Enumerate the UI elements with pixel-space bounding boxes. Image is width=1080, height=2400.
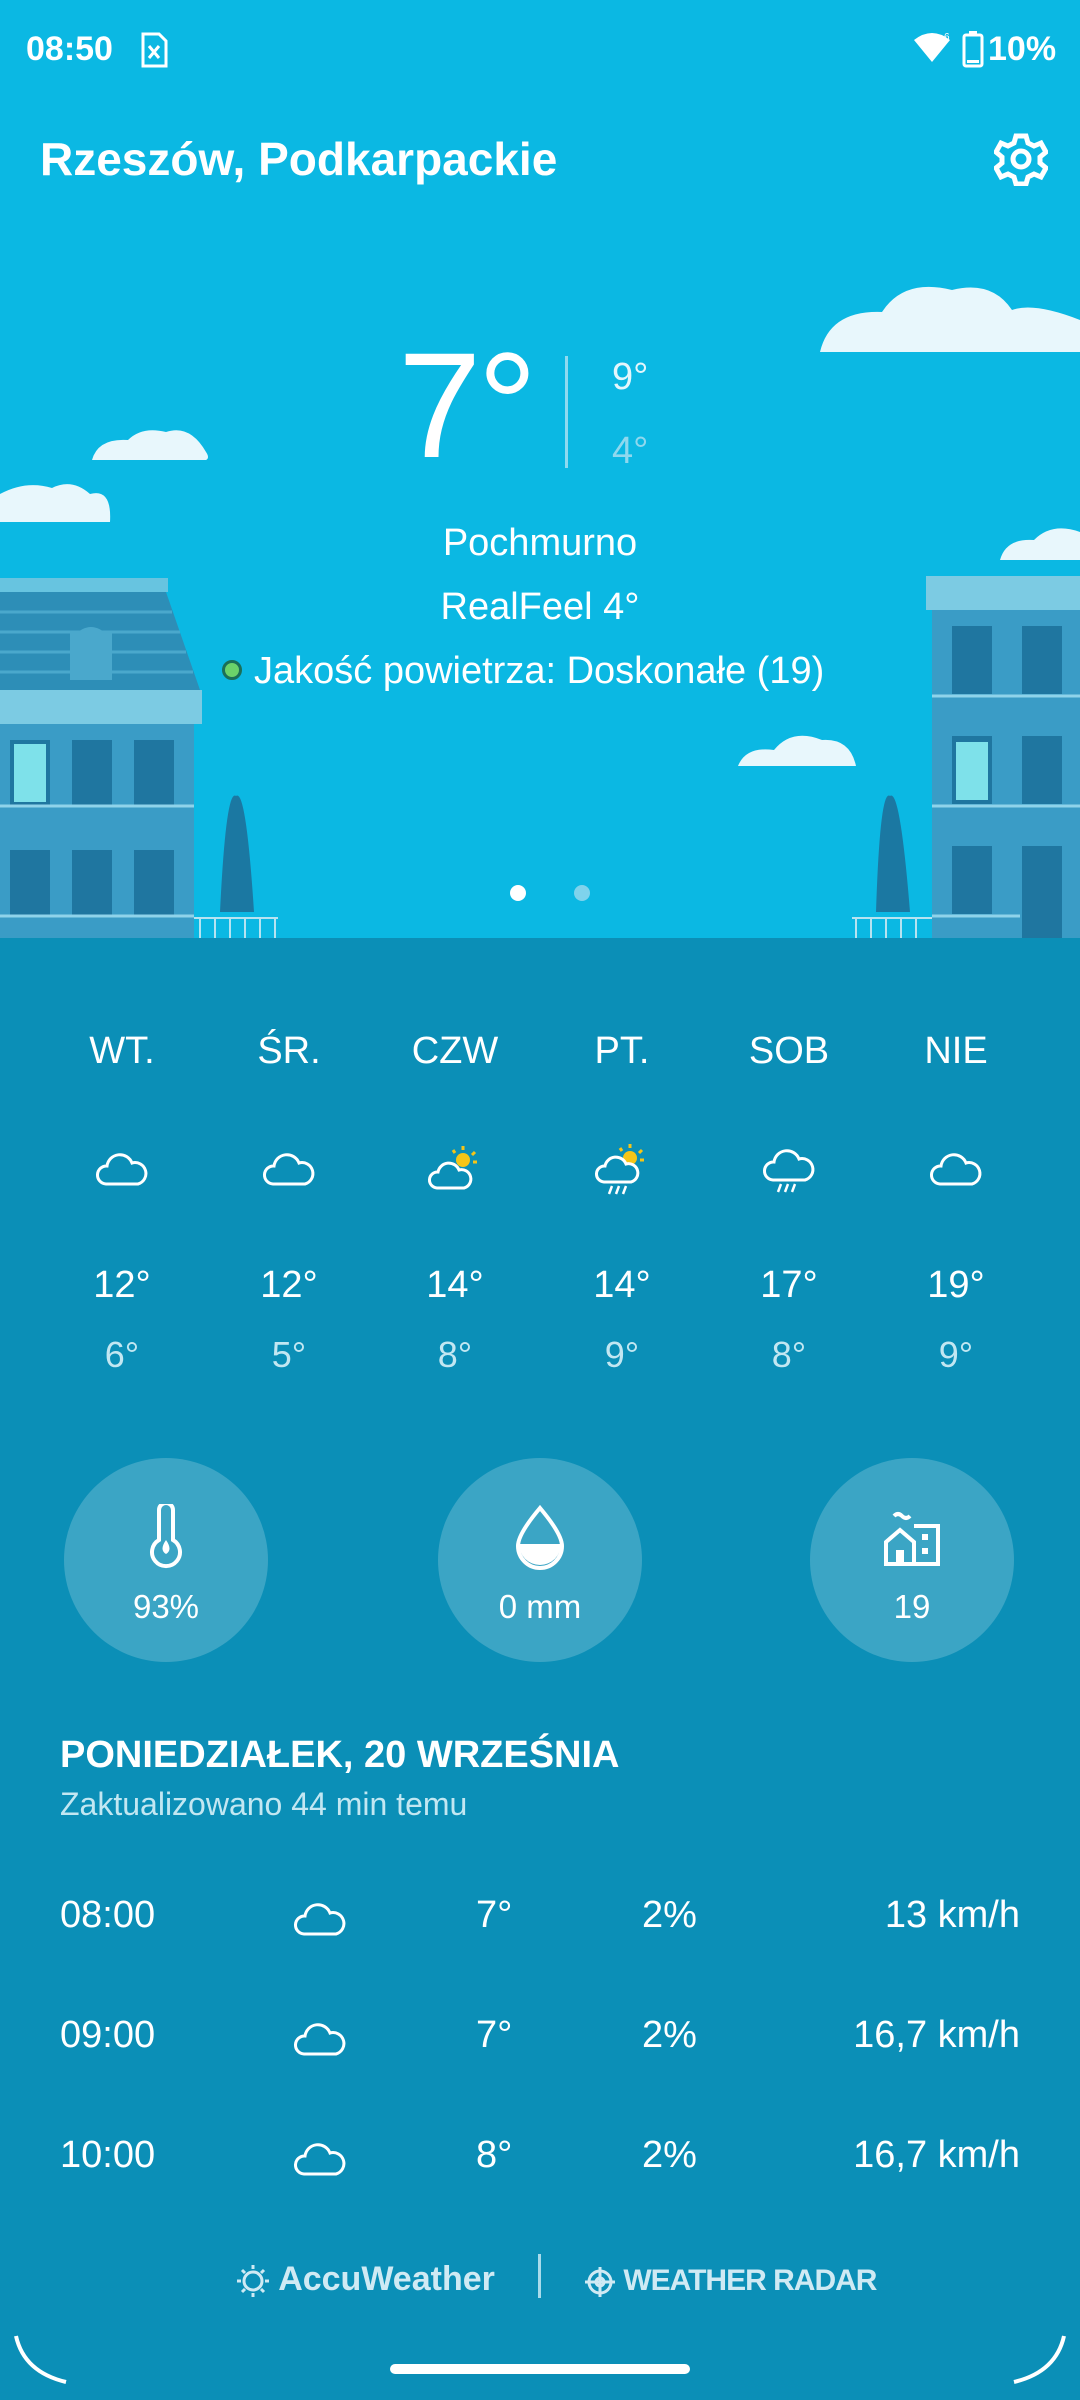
accuweather-label: AccuWeather [278,2260,495,2298]
hour-temp: 7° [476,2014,513,2056]
svg-text:6: 6 [944,32,950,43]
hour-wind: 13 km/h [884,1894,1020,1936]
day-low: 9° [604,1334,640,1375]
cloud-icon [294,1903,346,1936]
day-name: WT. [89,1030,155,1072]
hour-time: 08:00 [60,1894,156,1936]
today-low: 4° [612,430,649,472]
current-condition: Pochmurno [442,522,638,564]
weather-radar-link[interactable]: WEATHER RADAR [584,2264,877,2298]
battery-icon [962,31,984,68]
cloud-icon [930,1153,982,1186]
footer-divider [538,2254,541,2298]
day-high: 19° [927,1264,985,1306]
accuweather-link[interactable]: AccuWeather [236,2260,495,2299]
hourly-row[interactable]: 08:00 7° 2% 13 km/h [0,1894,1080,1954]
day-high: 17° [760,1264,818,1306]
home-gesture-bar[interactable] [390,2364,690,2374]
air-quality-stat[interactable]: 19 [810,1458,1014,1662]
day-high: 12° [260,1264,318,1306]
realfeel: RealFeel 4° [440,586,640,628]
weather-radar-label: WEATHER RADAR [623,2264,877,2297]
hour-precip: 2% [642,1894,697,1936]
day-low: 8° [437,1334,473,1375]
today-date-title: PONIEDZIAŁEK, 20 WRZEŚNIA [60,1734,620,1776]
status-time: 08:50 [26,30,113,68]
day-name: NIE [924,1030,988,1072]
hour-time: 09:00 [60,2014,156,2056]
air-quality[interactable]: Jakość powietrza: Doskonałe (19) [254,650,824,693]
aqi-value: 19 [893,1588,931,1625]
day-name: CZW [411,1030,499,1072]
hour-temp: 8° [476,2134,513,2176]
day-low: 9° [938,1334,974,1375]
page-indicator [510,885,590,905]
rain-icon [763,1149,815,1193]
sun-rain-icon [595,1144,644,1195]
page-dot-active [510,885,526,901]
humidity-value: 93% [132,1588,200,1625]
cloud-icon [294,2143,346,2176]
day-low: 6° [104,1334,140,1375]
air-quality-building-icon [884,1512,940,1566]
hourly-row[interactable]: 10:00 8° 2% 16,7 km/h [0,2134,1080,2194]
radar-icon [585,2267,615,2298]
day-high: 14° [593,1264,651,1306]
day-low: 8° [771,1334,807,1375]
temp-divider [565,356,568,468]
day-name: ŚR. [257,1030,321,1072]
accuweather-sun-icon [237,2265,269,2298]
hourly-row[interactable]: 09:00 7° 2% 16,7 km/h [0,2014,1080,2074]
today-high: 9° [612,356,649,398]
footer-brands: AccuWeather WEATHER RADAR [0,2254,1080,2314]
water-drop-icon [515,1504,565,1570]
battery-percent: 10% [988,30,1057,68]
thermometer-drop-icon [150,1504,182,1569]
hour-precip: 2% [642,2014,697,2056]
hero-panel: 08:50 6 10% Rzeszów, Podkarpackie 7° 9° … [0,0,1080,938]
humidity-stat[interactable]: 93% [64,1458,268,1662]
no-sim-icon [141,32,168,68]
updated-time: Zaktualizowano 44 min temu [60,1786,468,1822]
hour-temp: 7° [476,1894,513,1936]
wifi-icon: 6 [914,32,950,62]
day-low: 5° [271,1334,307,1375]
precipitation-value: 0 mm [498,1588,582,1625]
air-quality-dot [222,660,242,680]
cloud-icon [96,1153,148,1186]
cloud-icon [294,2023,346,2056]
day-name: SOB [748,1030,830,1072]
precipitation-stat[interactable]: 0 mm [438,1458,642,1662]
hour-wind: 16,7 km/h [853,2134,1020,2176]
day-high: 12° [93,1264,151,1306]
current-temperature: 7° [398,321,537,489]
day-name: PT. [594,1030,650,1072]
settings-gear-icon[interactable] [994,132,1048,186]
location-title[interactable]: Rzeszów, Podkarpackie [40,132,557,186]
cloud-icon [263,1153,315,1186]
page-dot[interactable] [574,885,590,901]
hour-time: 10:00 [60,2134,156,2176]
day-high: 14° [426,1264,484,1306]
status-bar: 08:50 6 10% [0,0,1080,100]
hour-wind: 16,7 km/h [853,2014,1020,2056]
partly-sunny-icon [428,1146,477,1190]
hour-precip: 2% [642,2134,697,2176]
